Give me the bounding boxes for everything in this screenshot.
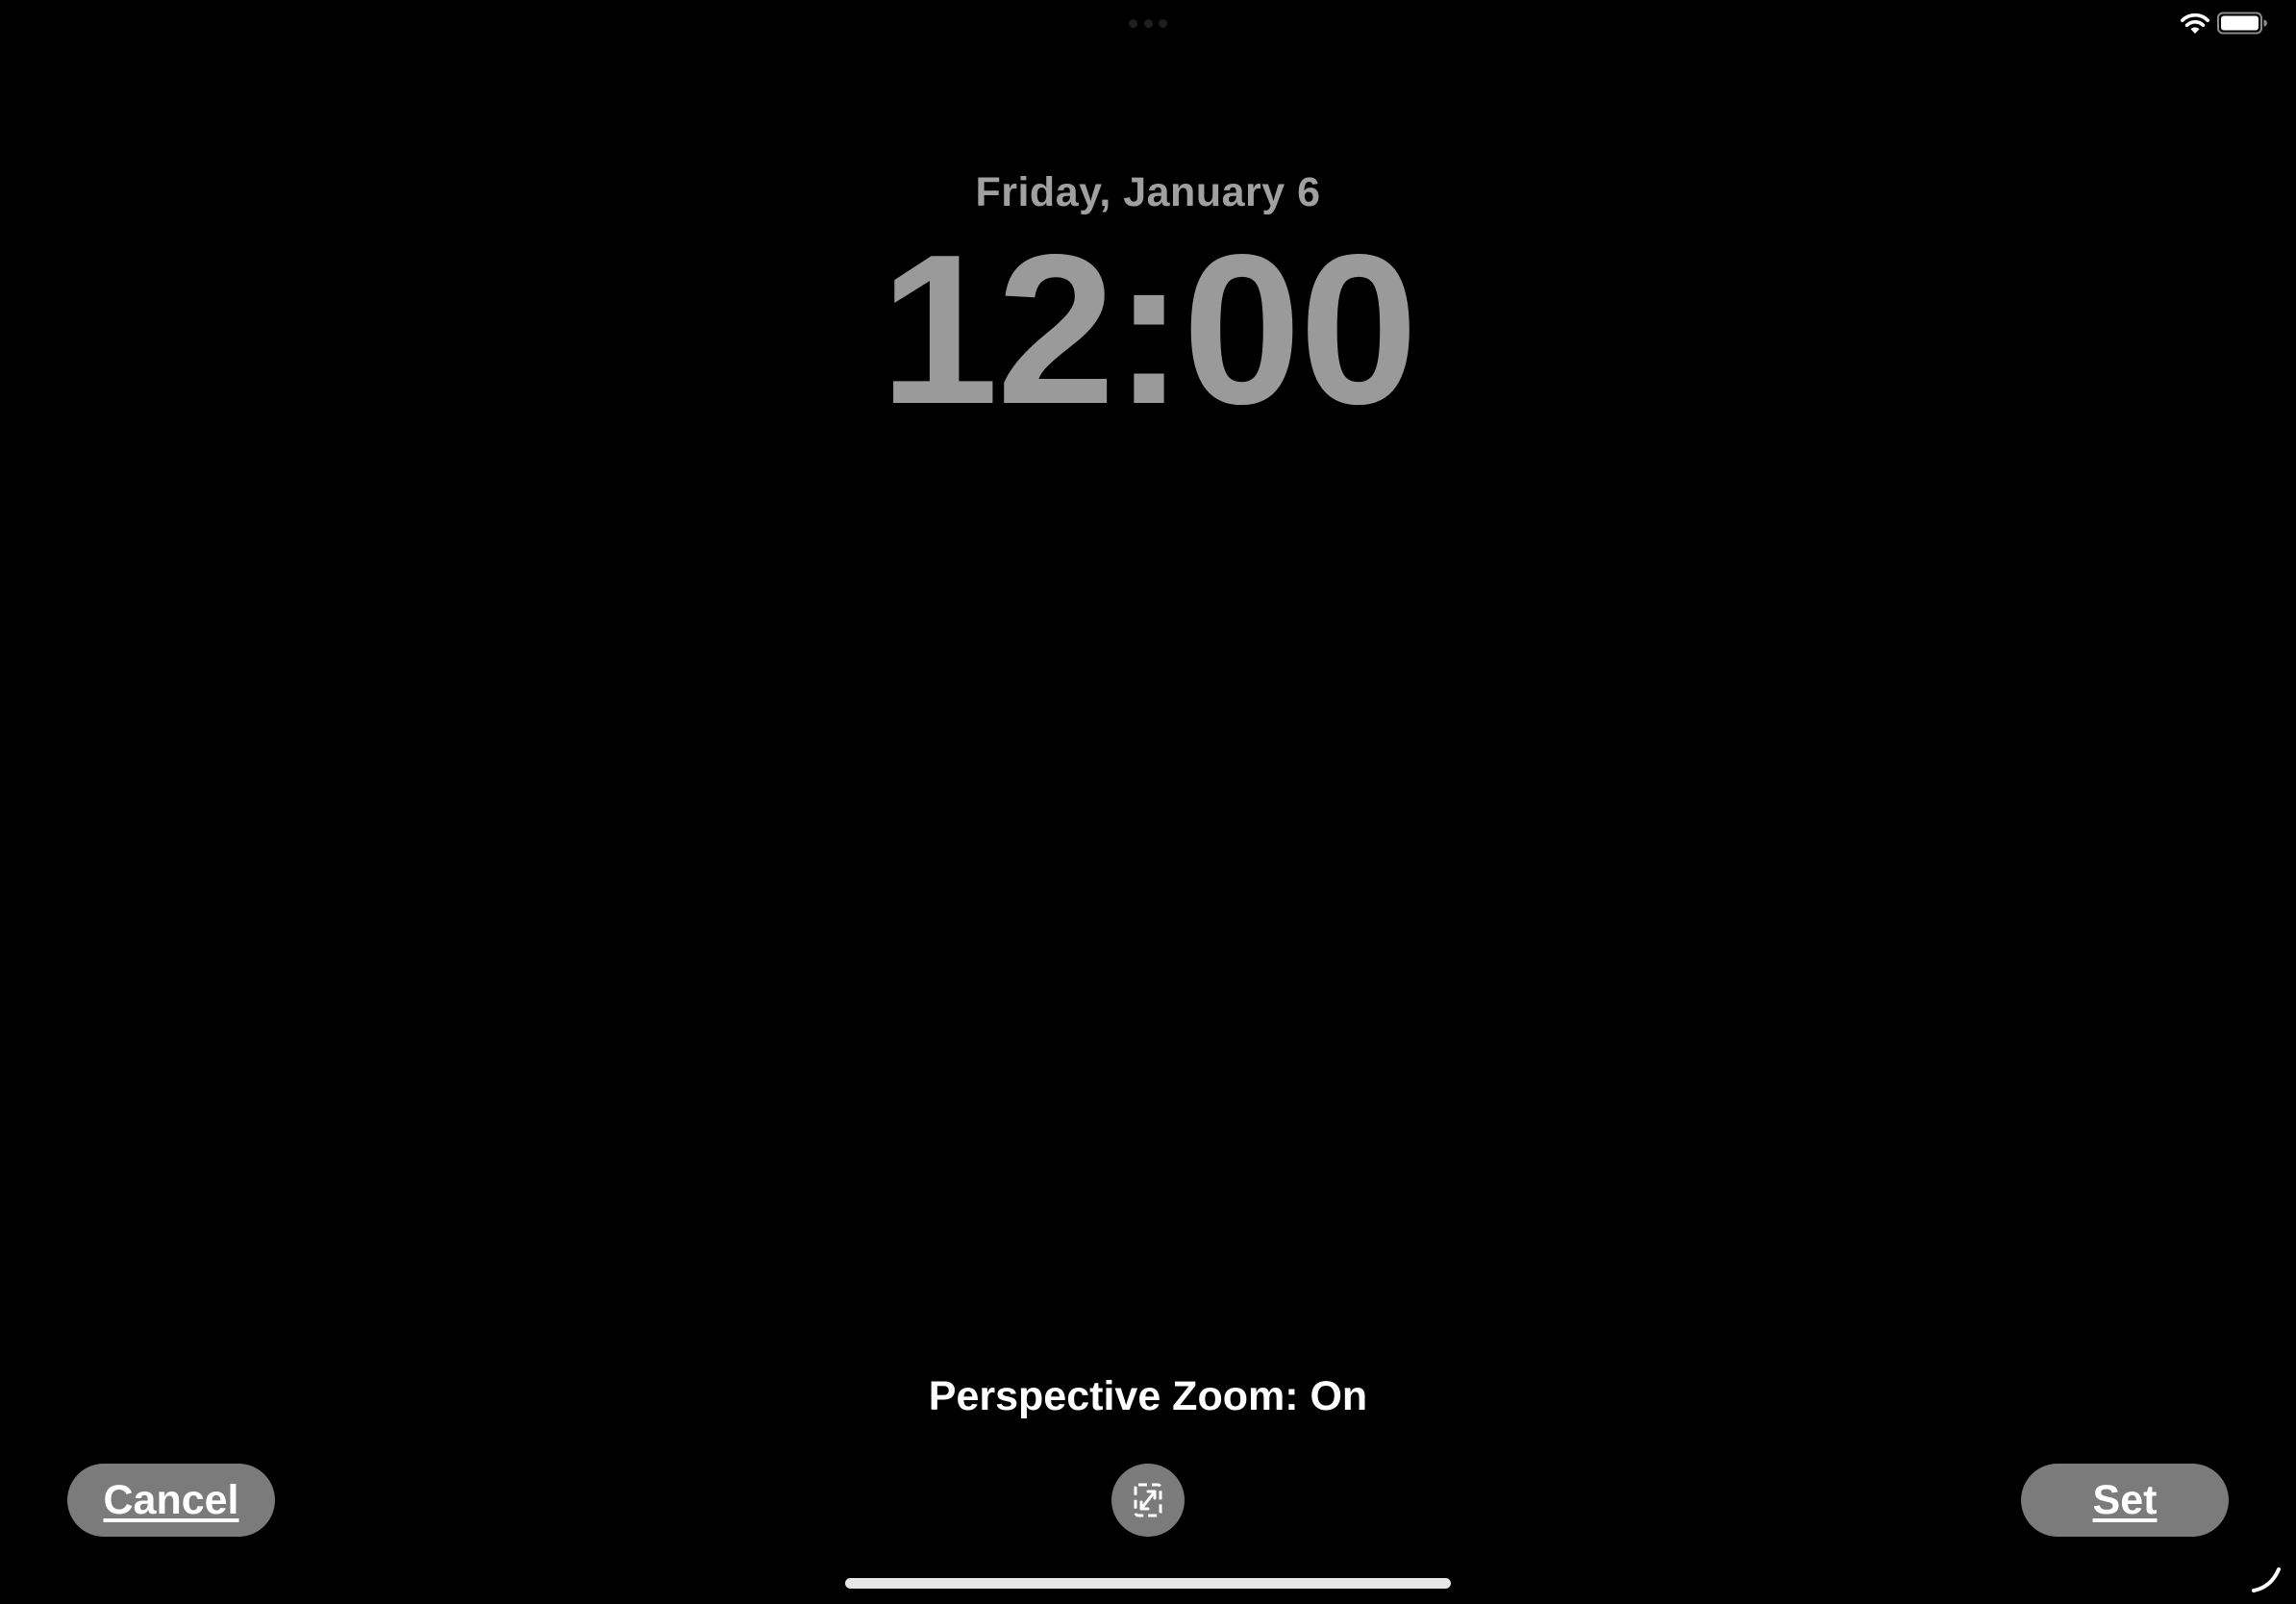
cancel-button[interactable]: Cancel bbox=[67, 1464, 275, 1537]
perspective-zoom-toggle-button[interactable] bbox=[1111, 1464, 1185, 1537]
wifi-icon bbox=[2181, 13, 2209, 34]
multitasking-ellipsis-icon[interactable] bbox=[1129, 18, 1167, 28]
lock-screen-time: 12:00 bbox=[880, 211, 1418, 449]
perspective-zoom-icon bbox=[1134, 1483, 1162, 1517]
lock-screen-date: Friday, January 6 bbox=[975, 169, 1321, 215]
status-bar bbox=[0, 0, 2296, 48]
home-indicator[interactable] bbox=[845, 1578, 1451, 1589]
set-button[interactable]: Set bbox=[2021, 1464, 2229, 1537]
perspective-zoom-status: Perspective Zoom: On bbox=[928, 1373, 1368, 1419]
battery-icon bbox=[2217, 12, 2267, 35]
pencil-stroke-icon bbox=[2252, 1567, 2281, 1592]
